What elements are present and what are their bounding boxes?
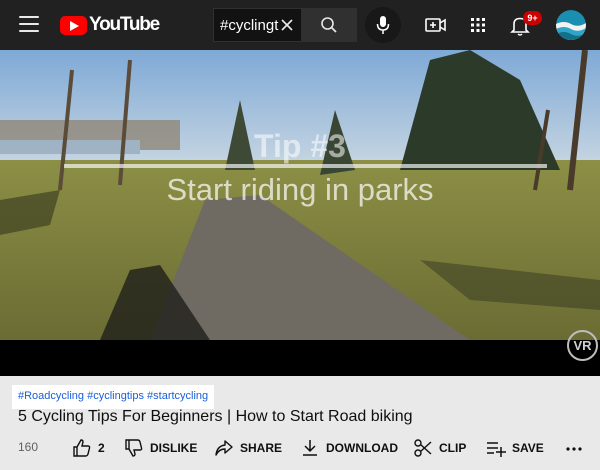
clip-label: CLIP bbox=[439, 441, 467, 455]
video-overlay-title: Tip #3 bbox=[254, 128, 346, 164]
play-logo-icon bbox=[60, 15, 87, 35]
avatar-image bbox=[556, 10, 586, 40]
like-count: 2 bbox=[98, 441, 105, 455]
video-overlay-subtitle: Start riding in parks bbox=[166, 172, 434, 207]
download-label: DOWNLOAD bbox=[326, 441, 398, 455]
logo-text: YouTube bbox=[89, 14, 160, 35]
dislike-button[interactable]: DISLIKE bbox=[124, 436, 197, 460]
dislike-label: DISLIKE bbox=[150, 441, 198, 455]
video-player[interactable]: Tip #3 Start riding in parks VR bbox=[0, 50, 600, 376]
hashtag-list: #Roadcycling #cyclingtips #startcycling bbox=[12, 385, 215, 409]
hashtag-link[interactable]: #cyclingtips bbox=[87, 390, 144, 402]
search-input[interactable]: #cyclingt bbox=[220, 17, 284, 34]
more-actions-button[interactable] bbox=[565, 436, 589, 460]
save-button[interactable]: SAVE bbox=[486, 436, 544, 460]
overlay-divider bbox=[64, 164, 547, 168]
view-count: 160 bbox=[18, 440, 39, 454]
menu-icon[interactable] bbox=[19, 16, 39, 32]
notification-count-badge: 9+ bbox=[523, 11, 542, 25]
download-button[interactable]: DOWNLOAD bbox=[300, 436, 398, 460]
clip-button[interactable]: CLIP bbox=[413, 436, 466, 460]
share-button[interactable]: SHARE bbox=[214, 436, 282, 460]
thumbs-up-icon bbox=[73, 439, 91, 457]
apps-grid-icon[interactable] bbox=[466, 13, 490, 37]
scissors-icon bbox=[414, 439, 432, 457]
close-icon[interactable] bbox=[279, 17, 295, 33]
share-label: SHARE bbox=[240, 441, 283, 455]
search-button[interactable] bbox=[301, 8, 357, 42]
microphone-icon bbox=[376, 16, 390, 34]
action-bar: 160 2 DISLIKE SHARE DOWNLOAD CLIP SAVE bbox=[0, 436, 600, 462]
playlist-add-icon bbox=[487, 442, 506, 457]
hashtag-link[interactable]: #startcycling bbox=[147, 390, 208, 402]
masthead: YouTube #cyclingt 9+ bbox=[0, 0, 600, 50]
youtube-logo[interactable]: YouTube bbox=[60, 13, 160, 37]
thumbs-down-icon bbox=[125, 439, 143, 457]
more-horizontal-icon bbox=[566, 447, 582, 451]
search-box[interactable]: #cyclingt bbox=[213, 8, 301, 42]
create-video-icon[interactable] bbox=[424, 13, 448, 37]
search-icon bbox=[321, 17, 337, 33]
voice-search-button[interactable] bbox=[365, 7, 401, 43]
channel-watermark: VR bbox=[567, 330, 598, 361]
video-title: 5 Cycling Tips For Beginners | How to St… bbox=[18, 408, 413, 425]
like-button[interactable]: 2 bbox=[72, 436, 105, 460]
save-label: SAVE bbox=[512, 441, 544, 455]
hashtag-link[interactable]: #Roadcycling bbox=[18, 390, 84, 402]
download-icon bbox=[303, 440, 317, 456]
account-avatar[interactable] bbox=[556, 10, 586, 40]
share-arrow-icon bbox=[215, 440, 233, 456]
